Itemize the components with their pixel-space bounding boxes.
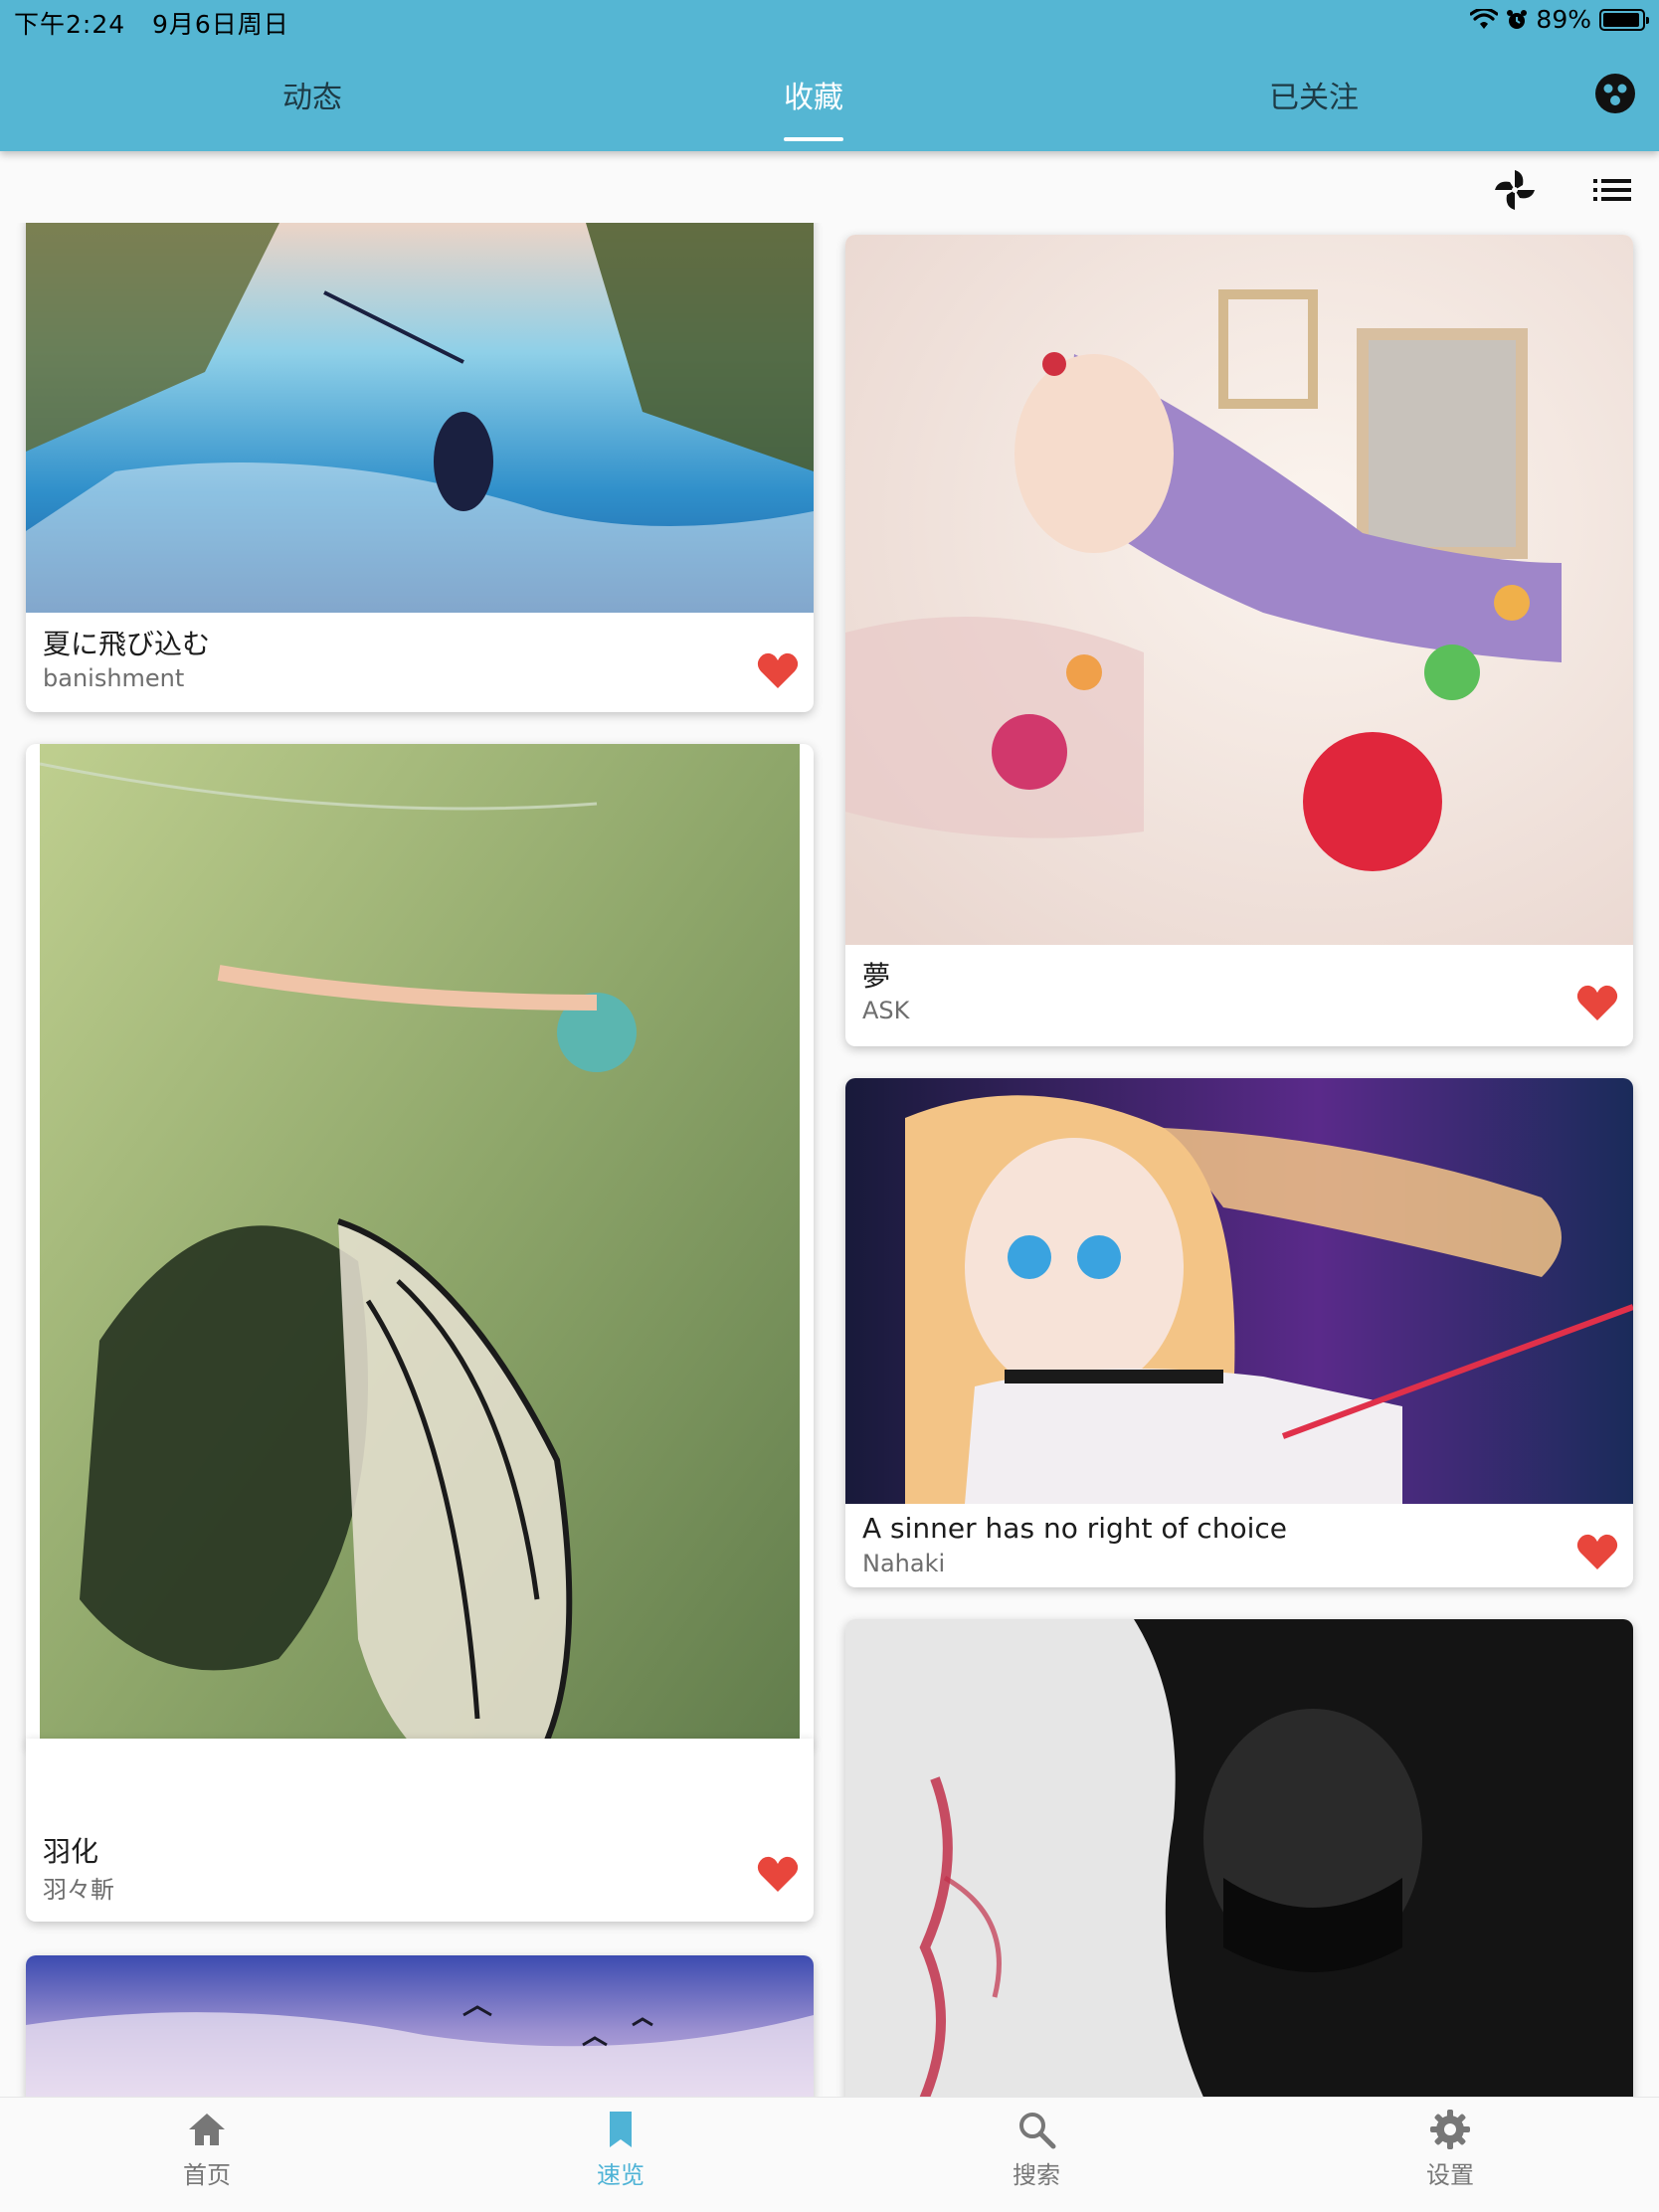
artwork-title: 羽化 — [43, 1835, 99, 1868]
artwork-image[interactable] — [26, 223, 814, 613]
artwork-title: 夏に飛び込む — [43, 628, 211, 660]
heart-icon[interactable] — [1575, 983, 1619, 1022]
nav-search[interactable]: 搜索 — [977, 2108, 1096, 2190]
artwork-author: banishment — [43, 664, 185, 692]
view-toolbar — [0, 151, 1659, 223]
status-time-text: 下午2:24 — [14, 10, 126, 39]
heart-icon[interactable] — [756, 650, 800, 690]
gear-icon — [1430, 2110, 1470, 2149]
alarm-icon — [1507, 9, 1528, 29]
artwork-image[interactable] — [26, 1955, 814, 2105]
artwork-image[interactable] — [845, 235, 1633, 945]
artwork-card-footer[interactable]: 羽化 羽々斬 — [26, 1739, 814, 1922]
artwork-image[interactable] — [845, 1619, 1633, 2097]
bookmark-icon — [610, 2112, 632, 2147]
search-icon — [1019, 2113, 1056, 2149]
nav-overview-label: 速览 — [597, 2161, 645, 2189]
active-tab-indicator — [784, 137, 843, 141]
tab-dynamics[interactable]: 动态 — [282, 73, 342, 116]
status-time: 下午2:24 9月6日周日 — [14, 5, 289, 41]
tab-following[interactable]: 已关注 — [1269, 73, 1359, 116]
tab-favorites[interactable]: 收藏 — [784, 73, 843, 116]
artwork-image[interactable] — [40, 744, 800, 1749]
account-icon[interactable] — [1593, 72, 1637, 115]
pinwheel-icon[interactable] — [1492, 167, 1538, 213]
app-header: 下午2:24 9月6日周日 89% 动态 收藏 已关注 — [0, 0, 1659, 151]
wifi-icon — [1470, 8, 1499, 29]
artwork-card[interactable] — [26, 1955, 814, 2105]
battery-percent: 89% — [1536, 5, 1591, 34]
home-icon — [189, 2114, 225, 2145]
status-bar: 下午2:24 9月6日周日 89% — [0, 0, 1659, 40]
top-tabs: 动态 收藏 已关注 — [0, 60, 1659, 141]
artwork-author: 羽々斬 — [43, 1876, 114, 1904]
artwork-card[interactable]: A sinner has no right of choice Nahaki — [845, 1078, 1633, 1587]
nav-home-label: 首页 — [183, 2161, 231, 2189]
nav-overview[interactable]: 速览 — [561, 2108, 680, 2190]
list-icon[interactable] — [1589, 167, 1635, 213]
artwork-card[interactable] — [26, 744, 814, 1749]
artwork-card[interactable] — [845, 1619, 1633, 2097]
status-date-text: 9月6日周日 — [151, 10, 289, 39]
nav-settings-label: 设置 — [1426, 2161, 1474, 2189]
status-right: 89% — [1470, 5, 1649, 34]
heart-icon[interactable] — [756, 1854, 800, 1894]
nav-search-label: 搜索 — [1013, 2161, 1060, 2189]
bottom-nav: 首页 速览 搜索 设置 — [0, 2097, 1659, 2212]
artwork-title: 夢 — [862, 960, 891, 993]
nav-home[interactable]: 首页 — [147, 2108, 267, 2190]
artwork-card[interactable]: 夏に飛び込む banishment — [26, 223, 814, 712]
artwork-author: Nahaki — [862, 1550, 946, 1577]
artwork-card[interactable]: 夢 ASK — [845, 235, 1633, 1046]
app-root: 下午2:24 9月6日周日 89% 动态 收藏 已关注 夏に飛び込む banis… — [0, 0, 1659, 2212]
heart-icon[interactable] — [1575, 1532, 1619, 1571]
artwork-image[interactable] — [845, 1078, 1633, 1504]
artwork-author: ASK — [862, 997, 910, 1024]
artwork-title: A sinner has no right of choice — [862, 1512, 1287, 1545]
nav-settings[interactable]: 设置 — [1390, 2108, 1510, 2190]
battery-icon — [1599, 8, 1649, 31]
